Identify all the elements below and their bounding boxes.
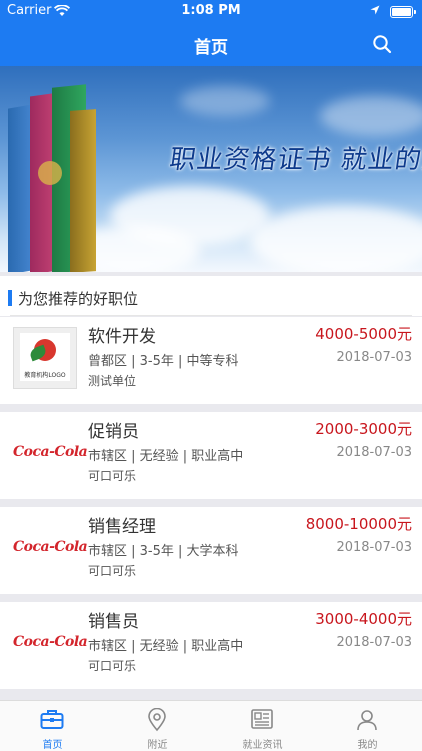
job-title: 软件开发 bbox=[88, 327, 156, 347]
battery-icon bbox=[390, 6, 416, 18]
job-card[interactable]: Coca-Cola 销售员 3000-4000元 市辖区 | 无经验 | 职业高… bbox=[0, 602, 422, 689]
company-logo: Coca-Cola bbox=[13, 539, 88, 555]
tab-label: 附近 bbox=[147, 740, 168, 751]
tab-profile[interactable]: 我的 bbox=[315, 701, 420, 751]
banner-slogan: 职业资格证书 就业的通行证 bbox=[167, 145, 422, 175]
company-logo: Coca-Cola bbox=[13, 444, 88, 460]
job-meta: 曾都区 | 3-5年 | 中等专科 bbox=[88, 354, 239, 369]
tab-nearby[interactable]: 附近 bbox=[105, 701, 210, 751]
tab-label: 我的 bbox=[357, 740, 378, 751]
job-meta: 市辖区 | 无经验 | 职业高中 bbox=[88, 449, 244, 464]
tab-bar: 首页 附近 就业资讯 我的 bbox=[0, 700, 422, 751]
news-icon bbox=[251, 709, 273, 729]
job-salary: 2000-3000元 bbox=[315, 420, 412, 438]
page-title: 首页 bbox=[194, 38, 228, 58]
book-graphic bbox=[70, 109, 96, 272]
divider bbox=[10, 315, 412, 316]
section-header: 为您推荐的好职位 bbox=[0, 276, 422, 316]
company-logo: Coca-Cola bbox=[13, 634, 88, 650]
job-card[interactable]: Coca-Cola 销售经理 8000-10000元 市辖区 | 3-5年 | … bbox=[0, 507, 422, 594]
job-salary: 8000-10000元 bbox=[305, 515, 412, 533]
tab-label: 首页 bbox=[42, 740, 63, 751]
job-title: 销售经理 bbox=[88, 517, 156, 537]
clock: 1:08 PM bbox=[181, 3, 241, 18]
job-card[interactable]: Coca-Cola 促销员 2000-3000元 市辖区 | 无经验 | 职业高… bbox=[0, 412, 422, 499]
job-date: 2018-07-03 bbox=[336, 635, 412, 650]
job-card[interactable]: 教育机构LOGO 软件开发 4000-5000元 曾都区 | 3-5年 | 中等… bbox=[0, 317, 422, 404]
job-title: 销售员 bbox=[88, 612, 139, 632]
person-icon bbox=[357, 710, 377, 731]
tab-label: 就业资讯 bbox=[242, 740, 283, 751]
job-date: 2018-07-03 bbox=[336, 350, 412, 365]
book-emblem bbox=[38, 161, 62, 185]
company-logo: 教育机构LOGO bbox=[13, 327, 77, 389]
job-meta: 市辖区 | 3-5年 | 大学本科 bbox=[88, 544, 239, 559]
job-company: 可口可乐 bbox=[88, 659, 137, 673]
tab-home[interactable]: 首页 bbox=[0, 701, 105, 751]
tab-news[interactable]: 就业资讯 bbox=[210, 701, 315, 751]
job-company: 可口可乐 bbox=[88, 469, 137, 483]
location-arrow-icon bbox=[370, 5, 380, 15]
nav-bar: 首页 bbox=[0, 22, 422, 66]
job-date: 2018-07-03 bbox=[336, 445, 412, 460]
briefcase-icon bbox=[40, 710, 64, 729]
job-date: 2018-07-03 bbox=[336, 540, 412, 555]
section-title: 为您推荐的好职位 bbox=[18, 290, 139, 308]
job-company: 可口可乐 bbox=[88, 564, 137, 578]
job-salary: 4000-5000元 bbox=[315, 325, 412, 343]
promo-banner[interactable]: 职业资格证书 就业的通行证 bbox=[0, 66, 422, 272]
job-company: 测试单位 bbox=[88, 374, 137, 388]
job-salary: 3000-4000元 bbox=[315, 610, 412, 628]
location-pin-icon bbox=[148, 708, 166, 732]
section-accent-bar bbox=[8, 290, 12, 306]
status-bar: Carrier 1:08 PM bbox=[0, 0, 422, 22]
job-meta: 市辖区 | 无经验 | 职业高中 bbox=[88, 639, 244, 654]
search-icon[interactable] bbox=[372, 34, 392, 54]
job-title: 促销员 bbox=[88, 422, 139, 442]
company-logo-caption: 教育机构LOGO bbox=[24, 372, 66, 379]
